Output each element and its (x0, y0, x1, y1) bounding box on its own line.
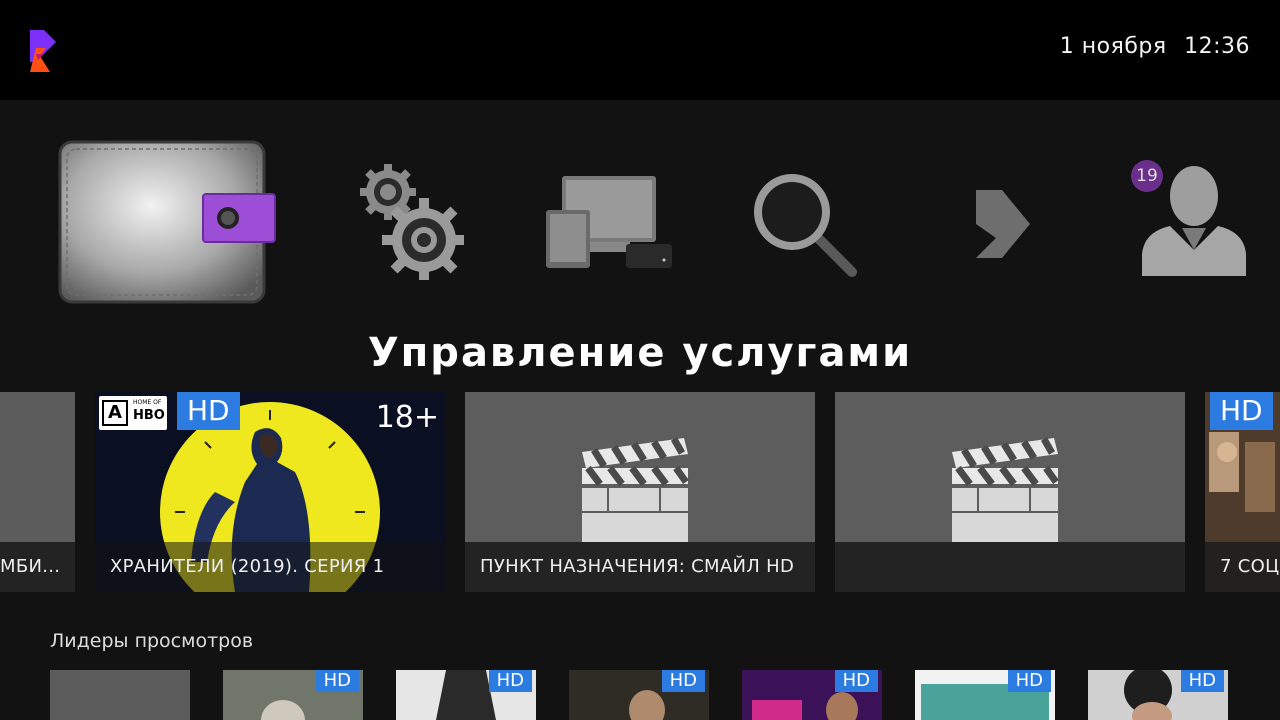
leader-item[interactable]: HD (742, 670, 882, 720)
age-rating: 18+ (375, 400, 439, 435)
hd-badge: HD (1007, 670, 1051, 692)
devices-icon[interactable] (544, 174, 674, 272)
clapperboard-icon (465, 392, 815, 542)
leader-item[interactable]: HD (569, 670, 709, 720)
hd-badge: HD (315, 670, 359, 692)
card-thumbnail (0, 392, 75, 542)
date-time: 1 ноября 12:36 (1050, 34, 1250, 59)
card-caption (835, 542, 1185, 592)
hbo-logo: A HOME OF HBO (99, 396, 167, 430)
card-caption: ХРАНИТЕЛИ (2019). СЕРИЯ 1 (95, 542, 445, 592)
hd-badge: HD (1180, 670, 1224, 692)
leader-item[interactable]: HD (223, 670, 363, 720)
hbo-letter: A (102, 400, 128, 426)
search-icon[interactable] (750, 170, 858, 278)
leader-item[interactable]: HD (915, 670, 1055, 720)
leader-item[interactable] (50, 670, 190, 720)
section-title: Управление услугами (367, 330, 913, 376)
hbo-home-of: HOME OF (133, 399, 162, 406)
hd-badge: HD (834, 670, 878, 692)
rostelecom-logo (30, 30, 56, 72)
hd-badge: HD (177, 392, 240, 430)
content-card[interactable]: МБИ... (0, 392, 75, 592)
top-bar: 1 ноября 12:36 (0, 0, 1280, 100)
time-text: 12:36 (1184, 34, 1250, 59)
date-text: 1 ноября (1059, 34, 1167, 59)
hd-badge: HD (661, 670, 705, 692)
leader-item[interactable]: HD (396, 670, 536, 720)
profile-button[interactable]: 19 (1130, 158, 1250, 278)
content-card[interactable]: ПУНКТ НАЗНАЧЕНИЯ: СМАЙЛ HD (465, 392, 815, 592)
card-caption: ПУНКТ НАЗНАЧЕНИЯ: СМАЙЛ HD (465, 542, 815, 592)
gears-icon[interactable] (360, 162, 466, 280)
notification-badge: 19 (1131, 160, 1163, 192)
hd-badge: HD (488, 670, 532, 692)
content-card[interactable] (835, 392, 1185, 592)
content-card[interactable]: HD 7 СОЦИ (1205, 392, 1280, 592)
hd-badge: HD (1210, 392, 1273, 430)
leader-item[interactable]: HD (1088, 670, 1228, 720)
leaders-label: Лидеры просмотров (50, 630, 254, 652)
wallet-icon[interactable] (58, 140, 278, 306)
hbo-text: HBO (133, 408, 165, 423)
content-card[interactable]: A HOME OF HBO HD 18+ ХРАНИТЕЛИ (2019). С… (95, 392, 445, 592)
clapperboard-icon (835, 392, 1185, 542)
card-caption: МБИ... (0, 542, 75, 592)
arrow-icon[interactable] (972, 188, 1032, 260)
card-caption: 7 СОЦИ (1205, 542, 1280, 592)
main-menu: 19 (0, 100, 1280, 320)
